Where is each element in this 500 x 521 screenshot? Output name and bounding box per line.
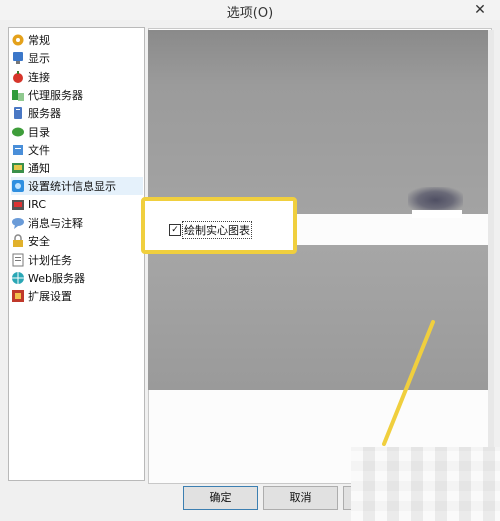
server-icon bbox=[11, 106, 25, 120]
proxy-icon bbox=[11, 88, 25, 102]
tree-item[interactable]: 文件 bbox=[11, 141, 143, 159]
tree-item-label: 设置统计信息显示 bbox=[28, 180, 116, 194]
tree-item[interactable]: 代理服务器 bbox=[11, 86, 143, 104]
schedule-icon bbox=[11, 253, 25, 267]
solid-chart-label[interactable]: 绘制实心图表 bbox=[182, 221, 252, 239]
tree-item-label: 常规 bbox=[28, 34, 50, 47]
solid-chart-checkbox[interactable]: ✓ bbox=[169, 224, 181, 236]
tree-item-label: 计划任务 bbox=[28, 253, 72, 267]
blurred-field bbox=[412, 210, 462, 218]
tree-item[interactable]: IRC bbox=[11, 196, 143, 214]
tree-item-label: 服务器 bbox=[28, 107, 61, 121]
tree-item-label: 显示 bbox=[28, 52, 50, 66]
tree-item-label: IRC bbox=[28, 198, 47, 212]
tree-item[interactable]: 显示 bbox=[11, 49, 143, 67]
notify-icon bbox=[11, 161, 25, 175]
ok-button[interactable]: 确定 bbox=[183, 486, 258, 510]
window-title: 选项(O) bbox=[226, 6, 274, 21]
tree-item[interactable]: 通知 bbox=[11, 159, 143, 177]
tree-item[interactable]: 连接 bbox=[11, 68, 143, 86]
tree-item[interactable]: Web服务器 bbox=[11, 269, 143, 287]
connection-icon bbox=[11, 70, 25, 84]
tree-item-label: 扩展设置 bbox=[28, 290, 72, 304]
cancel-button[interactable]: 取消 bbox=[263, 486, 338, 510]
pixelated-corner bbox=[351, 447, 500, 521]
tree-item-label: 目录 bbox=[28, 125, 50, 139]
stats-icon bbox=[11, 179, 25, 193]
tree-item[interactable]: 设置统计信息显示 bbox=[11, 177, 143, 196]
tree-item-label: 连接 bbox=[28, 70, 50, 84]
close-button[interactable]: ✕ bbox=[466, 0, 494, 20]
directory-icon bbox=[11, 125, 25, 139]
tree-item-label: 安全 bbox=[28, 235, 50, 249]
extension-icon bbox=[11, 289, 25, 303]
blurred-region-bottom bbox=[148, 245, 488, 390]
lock-icon bbox=[11, 234, 25, 248]
message-icon bbox=[11, 216, 25, 230]
tree-item-label: 消息与注释 bbox=[28, 217, 83, 230]
panel-scrollbar[interactable] bbox=[488, 30, 494, 480]
tree-item[interactable]: 扩展设置 bbox=[11, 287, 143, 305]
irc-icon bbox=[11, 198, 25, 212]
tree-item[interactable]: 安全 bbox=[11, 232, 143, 250]
solid-chart-option[interactable]: ✓ 绘制实心图表 bbox=[169, 221, 252, 239]
file-icon bbox=[11, 143, 25, 157]
title-bar: 选项(O) ✕ bbox=[0, 0, 500, 21]
tree-item[interactable]: 常规 bbox=[11, 31, 143, 49]
display-icon bbox=[11, 51, 25, 65]
tree-item[interactable]: 目录 bbox=[11, 123, 143, 141]
tree-item-label: 通知 bbox=[28, 162, 50, 176]
gear-icon bbox=[11, 33, 25, 47]
tree-item-label: Web服务器 bbox=[28, 271, 85, 285]
tree-item[interactable]: 服务器 bbox=[11, 104, 143, 122]
options-tree[interactable]: 常规显示连接代理服务器服务器目录文件通知设置统计信息显示 IRC 消息与注释安全计划… bbox=[8, 27, 145, 481]
tree-item[interactable]: 消息与注释 bbox=[11, 214, 143, 232]
tree-item[interactable]: 计划任务 bbox=[11, 251, 143, 269]
tree-item-label: 文件 bbox=[28, 143, 50, 157]
web-icon bbox=[11, 271, 25, 285]
tree-item-label: 代理服务器 bbox=[28, 88, 83, 102]
